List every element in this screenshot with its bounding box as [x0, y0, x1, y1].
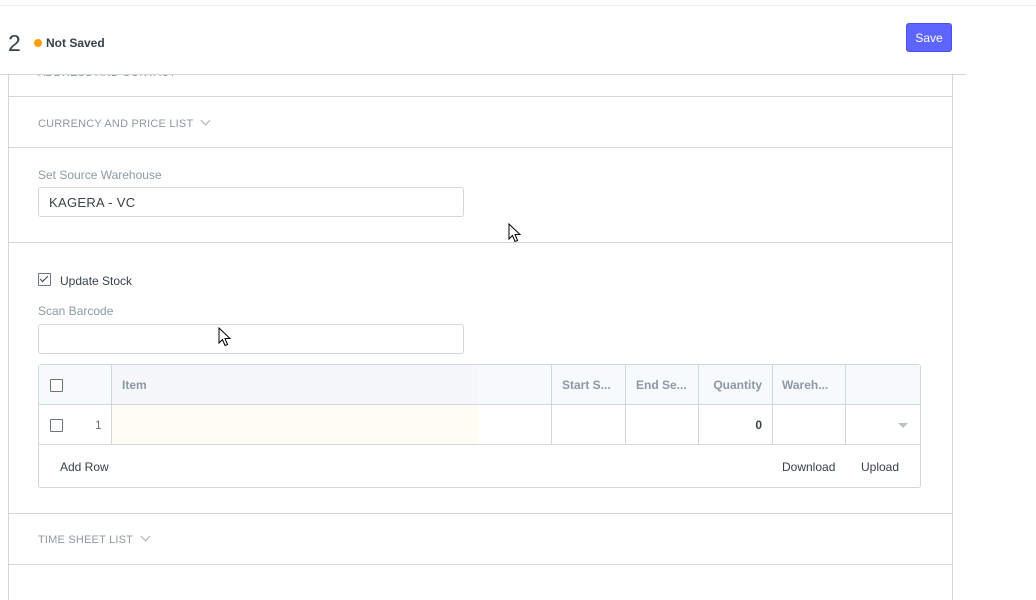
source-warehouse-value: KAGERA - VC — [49, 195, 136, 210]
source-warehouse-input[interactable]: KAGERA - VC — [38, 187, 464, 217]
section-divider — [8, 242, 952, 243]
column-header-quantity[interactable]: Quantity — [699, 378, 762, 392]
row-select-checkbox[interactable] — [50, 419, 63, 432]
column-header-item[interactable]: Item — [122, 378, 147, 392]
scan-barcode-input[interactable] — [38, 324, 464, 354]
download-button[interactable]: Download — [782, 460, 835, 474]
column-divider — [698, 365, 699, 444]
update-stock-label: Update Stock — [60, 274, 133, 288]
save-button[interactable]: Save — [906, 23, 952, 52]
section-time-sheet-label: TIME SHEET LIST — [38, 534, 134, 546]
status-indicator: Not Saved — [34, 36, 105, 50]
update-stock-checkbox[interactable] — [38, 273, 51, 286]
item-cell[interactable] — [112, 405, 478, 444]
table-header-row: Item Start S... End Se... Quantity Wareh… — [39, 365, 920, 405]
add-row-button[interactable]: Add Row — [60, 460, 109, 474]
document-title: 2 — [8, 30, 21, 56]
upload-button[interactable]: Upload — [861, 460, 899, 474]
page-header: 2 Not Saved Save — [0, 0, 1036, 75]
select-all-checkbox[interactable] — [50, 379, 63, 392]
chevron-down-icon — [140, 531, 151, 542]
section-currency-price-list[interactable]: CURRENCY AND PRICE LIST — [38, 115, 211, 130]
column-divider — [551, 365, 552, 444]
mouse-pointer-icon — [218, 327, 232, 347]
column-divider — [625, 365, 626, 444]
quantity-cell[interactable]: 0 — [699, 418, 762, 432]
column-divider — [111, 365, 112, 444]
mouse-pointer-icon — [508, 223, 522, 243]
column-header-end-serial[interactable]: End Se... — [636, 378, 687, 392]
status-dot-icon — [34, 39, 42, 47]
row-index: 1 — [95, 418, 102, 432]
section-divider — [8, 564, 952, 565]
column-header-warehouse[interactable]: Wareh... — [782, 378, 828, 392]
section-divider — [8, 96, 952, 97]
item-header-highlight — [112, 365, 478, 404]
section-divider — [8, 147, 952, 148]
column-divider — [772, 365, 773, 444]
items-table: Item Start S... End Se... Quantity Wareh… — [38, 364, 921, 488]
source-warehouse-label: Set Source Warehouse — [38, 168, 162, 182]
section-currency-label: CURRENCY AND PRICE LIST — [38, 118, 194, 130]
section-divider — [8, 513, 952, 514]
section-time-sheet-list[interactable]: TIME SHEET LIST — [38, 531, 151, 546]
header-divider — [0, 5, 1036, 6]
table-row[interactable]: 1 0 — [39, 405, 920, 445]
row-dropdown-caret-icon[interactable] — [898, 423, 908, 428]
chevron-down-icon — [200, 115, 211, 126]
status-text: Not Saved — [46, 36, 105, 50]
scan-barcode-label: Scan Barcode — [38, 304, 114, 318]
column-divider — [845, 365, 846, 444]
column-header-start-serial[interactable]: Start S... — [562, 378, 611, 392]
